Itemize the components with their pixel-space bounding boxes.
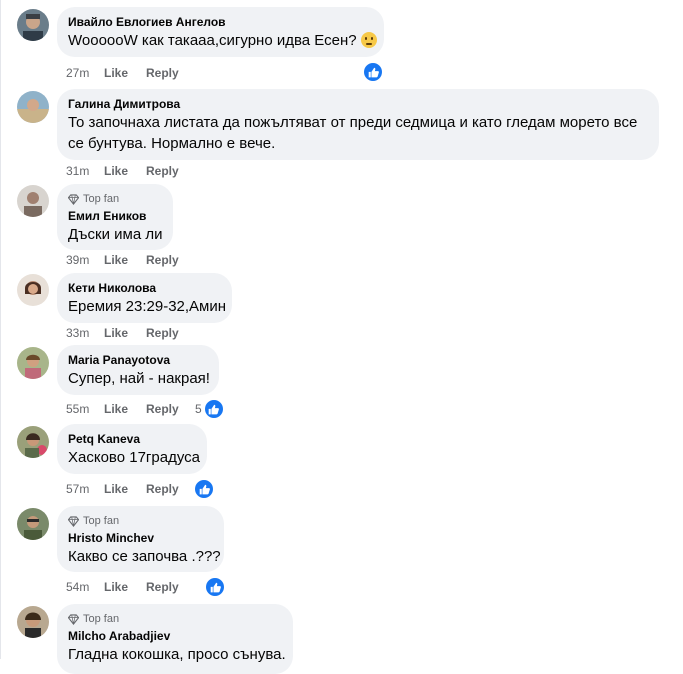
like-reaction-icon [362,61,384,83]
reply-button[interactable]: Reply [146,253,179,267]
reply-button[interactable]: Reply [146,164,179,178]
top-fan-badge: Top fan [68,192,161,206]
like-button[interactable]: Like [104,482,128,496]
comment-bubble: Maria Panayotova Супер, най - накрая! [57,345,219,395]
comment-text: То започнаха листата да пожълтяват от пр… [68,114,638,152]
avatar[interactable] [17,91,49,123]
comment-bubble: Top fan Milcho Arabadjiev Гладна кокошка… [57,604,293,674]
comment-time[interactable]: 33m [66,326,104,340]
comment-author[interactable]: Емил Еников [68,208,161,224]
comment-author[interactable]: Галина Димитрова [68,96,647,112]
like-reaction-icon [193,478,215,500]
comment-actions: 33m Like Reply [66,325,197,341]
reaction-count[interactable]: 5 [195,398,225,420]
like-button[interactable]: Like [104,66,128,80]
comment-time[interactable]: 39m [66,253,104,267]
comment-bubble: Top fan Емил Еников Дъски има ли [57,184,173,250]
comment-text: Гладна кокошка, просо сънува. [68,646,286,663]
comment-bubble: Top fan Hristo Minchev Какво се започва … [57,506,224,572]
reaction-count[interactable] [204,576,226,598]
comment-text: Еремия 23:29-32,Амин [68,298,227,315]
like-button[interactable]: Like [104,164,128,178]
comment-time[interactable]: 27m [66,66,104,80]
reaction-count[interactable] [193,478,215,500]
top-fan-label: Top fan [83,193,120,205]
comment-author[interactable]: Milcho Arabadjiev [68,628,281,644]
comment-author[interactable]: Maria Panayotova [68,352,207,368]
avatar[interactable] [17,9,49,41]
comment-bubble: Petq Kaneva Хасково 17градуса [57,424,207,474]
reply-button[interactable]: Reply [146,402,179,416]
reply-button[interactable]: Reply [146,66,179,80]
reply-button[interactable]: Reply [146,482,179,496]
avatar[interactable] [17,606,49,638]
like-reaction-icon [202,398,225,420]
avatar[interactable] [17,347,49,379]
reaction-count[interactable] [362,61,384,83]
reply-button[interactable]: Reply [146,580,179,594]
comment-actions: 27m Like Reply [66,65,197,81]
like-button[interactable]: Like [104,580,128,594]
avatar[interactable] [17,274,49,306]
top-fan-badge: Top fan [68,612,281,626]
comment-time[interactable]: 54m [66,580,104,594]
avatar[interactable] [17,426,49,458]
left-divider [0,0,1,659]
comment-bubble: Галина Димитрова То започнаха листата да… [57,89,659,160]
top-fan-label: Top fan [83,613,120,625]
avatar[interactable] [17,508,49,540]
comment-author[interactable]: Кети Николова [68,280,220,296]
comment-author[interactable]: Hristo Minchev [68,530,212,546]
top-fan-badge: Top fan [68,514,212,528]
comment-text: Дъски има ли [68,226,163,243]
top-fan-label: Top fan [83,515,120,527]
avatar[interactable] [17,185,49,217]
comment-text: Супер, най - накрая! [68,370,210,387]
comment-text: Какво се започва .??? [68,548,221,565]
like-button[interactable]: Like [104,253,128,267]
comment-time[interactable]: 57m [66,482,104,496]
reply-button[interactable]: Reply [146,326,179,340]
comment-bubble: Ивайло Евлогиев Ангелов WoooooW как така… [57,7,384,57]
comment-time[interactable]: 31m [66,164,104,178]
comment-actions: 39m Like Reply [66,252,197,268]
comment-author[interactable]: Petq Kaneva [68,431,195,447]
like-button[interactable]: Like [104,402,128,416]
diamond-icon [68,193,79,205]
comment-actions: 57m Like Reply [66,481,197,497]
like-reaction-icon [204,576,226,598]
thinking-emoji-icon [360,32,377,48]
comment-text: Хасково 17градуса [68,449,200,466]
diamond-icon [68,613,79,625]
reaction-count-value: 5 [195,402,202,416]
comment-bubble: Кети Николова Еремия 23:29-32,Амин [57,273,232,323]
comment-text: WoooooW как такааа,сигурно идва Есен? [68,32,357,49]
like-button[interactable]: Like [104,326,128,340]
comment-author[interactable]: Ивайло Евлогиев Ангелов [68,14,372,30]
diamond-icon [68,515,79,527]
comment-time[interactable]: 55m [66,402,104,416]
comment-actions: 31m Like Reply [66,163,197,179]
comment-actions: 55m Like Reply [66,401,197,417]
comment-actions: 54m Like Reply [66,579,197,595]
